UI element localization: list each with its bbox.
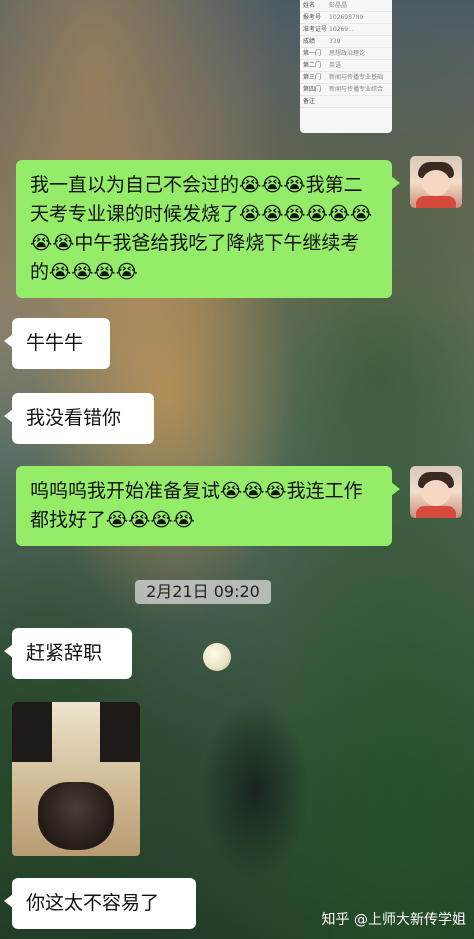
avatar-shirt bbox=[416, 196, 456, 208]
card-row: 第二门 英语 bbox=[300, 60, 392, 72]
score-screenshot-thumbnail[interactable]: 姓名 彭晶晶 报考号 102698789 准考证号 10269... 成绩 339 第一… bbox=[300, 0, 392, 133]
avatar-shirt bbox=[416, 506, 456, 518]
tree-silhouette-background bbox=[200, 700, 310, 880]
message-bubble-received[interactable]: 我没看错你 bbox=[4, 393, 154, 444]
message-text: 你这太不容易了 bbox=[26, 892, 160, 914]
card-row: 报考号 102698789 bbox=[300, 12, 392, 24]
dog-nose bbox=[38, 782, 114, 850]
zhihu-watermark: 知乎 @上师大新传学姐 bbox=[321, 912, 466, 928]
message-text: 我一直以为自己不会过的😭😭😭我第二天考专业课的时候发烧了😭😭😭😭😭😭😭😭中午我爸… bbox=[30, 174, 373, 283]
card-row: 第三门 新闻与传播专业基础 bbox=[300, 72, 392, 84]
dog-nose-image-message[interactable] bbox=[12, 702, 140, 856]
chat-timestamp: 2月21日 09:20 bbox=[135, 580, 271, 604]
message-text: 牛牛牛 bbox=[26, 332, 84, 354]
card-row: 姓名 彭晶晶 bbox=[300, 0, 392, 12]
sender-avatar[interactable] bbox=[410, 156, 462, 208]
message-text: 赶紧辞职 bbox=[26, 642, 103, 664]
sender-avatar[interactable] bbox=[410, 466, 462, 518]
avatar-face bbox=[422, 170, 450, 196]
message-bubble-received[interactable]: 赶紧辞职 bbox=[4, 628, 132, 679]
message-bubble-received[interactable]: 你这太不容易了 bbox=[4, 878, 196, 929]
card-row: 备注 bbox=[300, 96, 392, 108]
message-text: 我没看错你 bbox=[26, 407, 122, 429]
moon-background-decoration bbox=[203, 643, 231, 671]
card-row: 准考证号 10269... bbox=[300, 24, 392, 36]
message-bubble-sent[interactable]: 我一直以为自己不会过的😭😭😭我第二天考专业课的时候发烧了😭😭😭😭😭😭😭😭中午我爸… bbox=[16, 160, 400, 298]
avatar-face bbox=[422, 480, 450, 506]
message-text: 呜呜呜我开始准备复试😭😭😭我连工作都找好了😭😭😭😭 bbox=[30, 480, 363, 531]
message-bubble-sent[interactable]: 呜呜呜我开始准备复试😭😭😭我连工作都找好了😭😭😭😭 bbox=[16, 466, 400, 546]
card-row: 成绩 339 bbox=[300, 36, 392, 48]
card-row: 第四门 新闻与传播专业综合 bbox=[300, 84, 392, 96]
dog-ear-left bbox=[12, 702, 52, 762]
message-bubble-received[interactable]: 牛牛牛 bbox=[4, 318, 110, 369]
dog-ear-right bbox=[100, 702, 140, 762]
card-row: 第一门 思想政治理论 bbox=[300, 48, 392, 60]
